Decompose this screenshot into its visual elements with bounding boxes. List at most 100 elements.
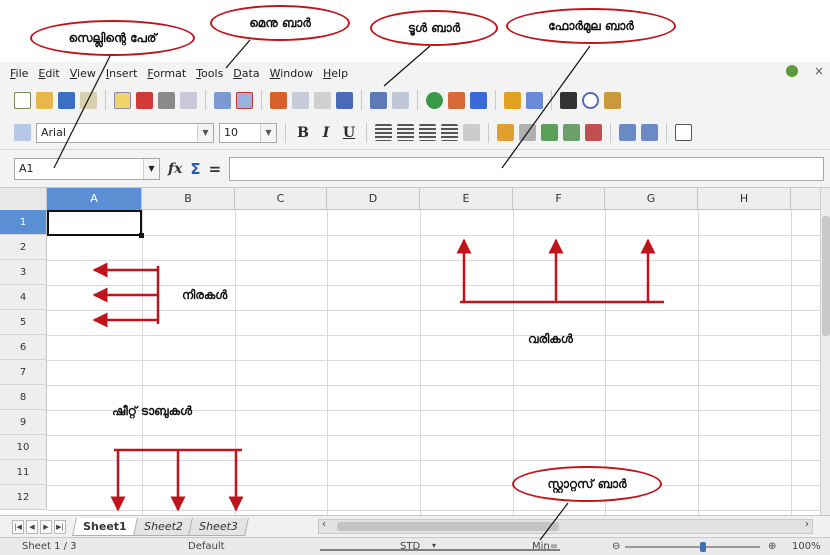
font-name-box[interactable]: Arial ▼ [36, 122, 214, 143]
row-header[interactable]: 10 [0, 435, 47, 460]
menu-tools[interactable]: Tools [196, 67, 223, 80]
function-wizard-button[interactable]: fx [168, 161, 182, 177]
sheet-tab[interactable]: Sheet1 [72, 517, 138, 536]
underline-button[interactable]: U [340, 125, 358, 141]
increase-indent-icon[interactable] [641, 124, 658, 141]
scroll-right-icon[interactable]: › [805, 519, 809, 530]
select-all-corner[interactable] [0, 188, 47, 210]
next-sheet-button[interactable]: ▶ [40, 519, 52, 534]
active-cell-cursor[interactable] [47, 210, 144, 238]
italic-button[interactable]: I [317, 125, 335, 141]
page-style[interactable]: Default [188, 541, 225, 552]
column-header[interactable]: F [513, 188, 605, 210]
merge-cells-icon[interactable] [463, 124, 480, 141]
column-header[interactable]: B [142, 188, 235, 210]
row-header[interactable]: 12 [0, 485, 47, 510]
edit-mode-icon[interactable] [114, 91, 131, 109]
print-icon[interactable] [158, 91, 175, 109]
paste-icon[interactable] [314, 91, 331, 109]
row-header[interactable]: 3 [0, 260, 47, 285]
row-header[interactable]: 8 [0, 385, 47, 410]
row-header[interactable]: 6 [0, 335, 47, 360]
spellcheck-icon[interactable] [214, 91, 231, 109]
open-icon[interactable] [36, 91, 53, 109]
email-icon[interactable] [80, 91, 97, 109]
sheet-tab[interactable]: Sheet2 [132, 517, 194, 536]
update-icon[interactable] [785, 65, 798, 77]
menu-insert[interactable]: Insert [106, 67, 138, 80]
menu-data[interactable]: Data [233, 67, 259, 80]
align-center-icon[interactable] [397, 124, 414, 141]
font-size-box[interactable]: 10 ▼ [219, 122, 277, 143]
chevron-down-icon[interactable]: ▼ [197, 123, 213, 142]
column-header[interactable]: H [698, 188, 791, 210]
column-header[interactable]: C [235, 188, 327, 210]
row-header[interactable]: 11 [0, 460, 47, 485]
justify-icon[interactable] [441, 124, 458, 141]
chevron-down-icon[interactable]: ▾ [432, 541, 436, 550]
print-preview-icon[interactable] [180, 91, 197, 109]
gallery-icon[interactable] [604, 91, 621, 109]
styles-icon[interactable] [14, 124, 31, 141]
menu-help[interactable]: Help [323, 67, 348, 80]
find-replace-icon[interactable] [560, 91, 577, 109]
scrollbar-thumb[interactable] [822, 216, 830, 336]
delete-decimal-icon[interactable] [585, 124, 602, 141]
row-header[interactable]: 1 [0, 210, 47, 235]
formula-input[interactable] [229, 156, 824, 181]
chevron-down-icon[interactable]: ▼ [260, 123, 276, 142]
chevron-down-icon[interactable]: ▼ [143, 158, 159, 179]
previous-sheet-button[interactable]: ◀ [26, 519, 38, 534]
name-box[interactable]: A1 ▼ [14, 157, 160, 180]
percent-icon[interactable] [519, 124, 536, 141]
scrollbar-thumb[interactable] [337, 522, 559, 531]
zoom-slider-knob[interactable] [700, 542, 706, 552]
first-sheet-button[interactable]: |◀ [12, 519, 24, 534]
row-header[interactable]: 9 [0, 410, 47, 435]
close-document-icon[interactable]: × [814, 64, 824, 78]
zoom-out-icon[interactable]: ⊖ [612, 541, 620, 552]
chart-icon[interactable] [504, 91, 521, 109]
sort-descending-icon[interactable] [470, 91, 487, 109]
borders-icon[interactable] [675, 124, 692, 141]
bold-button[interactable]: B [294, 125, 312, 141]
sort-ascending-icon[interactable] [448, 91, 465, 109]
menu-view[interactable]: View [70, 67, 96, 80]
save-icon[interactable] [58, 91, 75, 109]
scroll-left-icon[interactable]: ‹ [322, 519, 326, 530]
add-decimal-icon[interactable] [563, 124, 580, 141]
last-sheet-button[interactable]: ▶| [54, 519, 66, 534]
sheet-tab[interactable]: Sheet3 [188, 517, 250, 536]
function-button[interactable]: = [209, 160, 222, 178]
navigator-icon[interactable] [582, 91, 599, 109]
draw-functions-icon[interactable] [526, 91, 543, 109]
redo-icon[interactable] [392, 91, 409, 109]
zoom-in-icon[interactable]: ⊕ [768, 541, 776, 552]
zoom-slider[interactable] [625, 546, 760, 548]
vertical-scrollbar[interactable] [820, 188, 830, 515]
menu-window[interactable]: Window [270, 67, 313, 80]
spreadsheet-grid[interactable]: A B C D E F G H 1 2 3 4 5 6 7 8 9 10 11 … [0, 188, 820, 515]
align-left-icon[interactable] [375, 124, 392, 141]
decrease-indent-icon[interactable] [619, 124, 636, 141]
column-header[interactable]: E [420, 188, 513, 210]
export-pdf-icon[interactable] [136, 91, 153, 109]
row-header[interactable]: 5 [0, 310, 47, 335]
copy-icon[interactable] [292, 91, 309, 109]
currency-icon[interactable] [497, 124, 514, 141]
menu-edit[interactable]: Edit [38, 67, 59, 80]
row-header[interactable]: 7 [0, 360, 47, 385]
align-right-icon[interactable] [419, 124, 436, 141]
new-document-icon[interactable] [14, 91, 31, 109]
number-format-icon[interactable] [541, 124, 558, 141]
autospell-icon[interactable] [236, 91, 253, 109]
column-header[interactable]: G [605, 188, 698, 210]
clone-formatting-icon[interactable] [336, 91, 353, 109]
cut-icon[interactable] [270, 91, 287, 109]
menu-file[interactable]: File [10, 67, 28, 80]
horizontal-scrollbar[interactable]: ‹ › [318, 519, 813, 534]
hyperlink-icon[interactable] [426, 91, 443, 109]
column-header[interactable]: D [327, 188, 420, 210]
selection-mode[interactable]: STD [400, 541, 420, 552]
row-header[interactable]: 2 [0, 235, 47, 260]
